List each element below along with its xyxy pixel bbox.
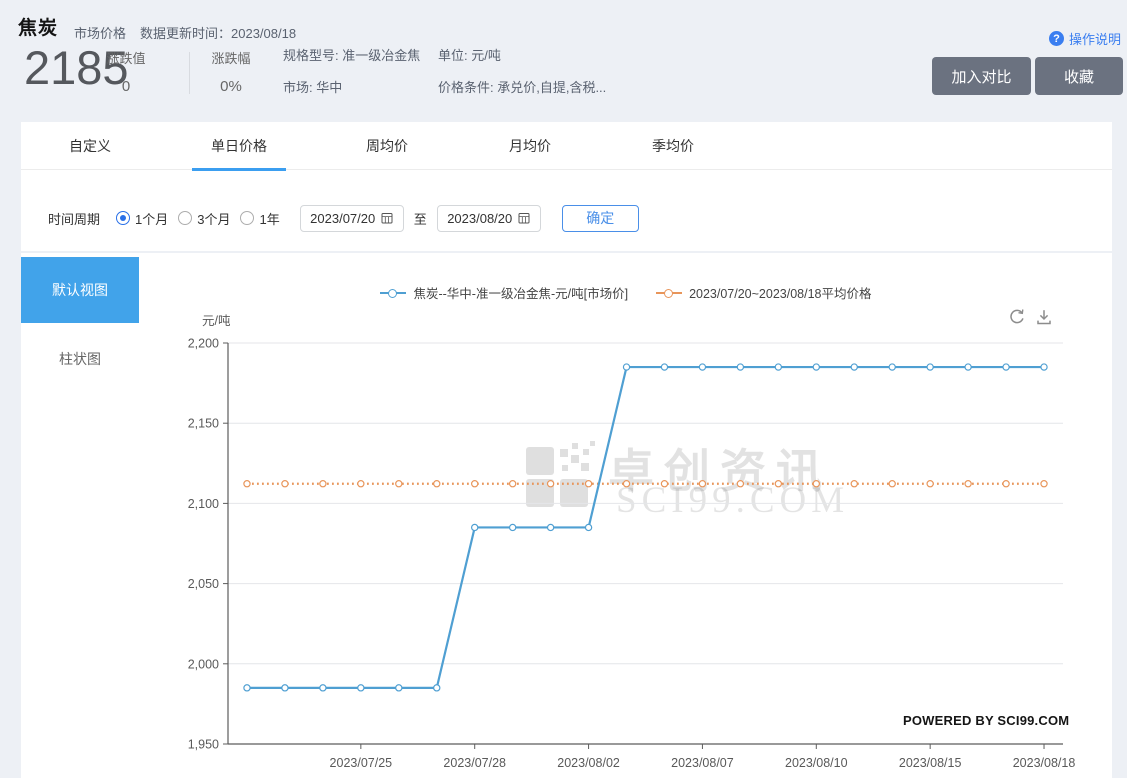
- svg-text:2023/08/07: 2023/08/07: [671, 756, 734, 770]
- change-value: 0: [98, 78, 154, 95]
- tab-bar: 自定义 单日价格 周均价 月均价 季均价: [21, 122, 1112, 170]
- svg-text:2,050: 2,050: [188, 577, 219, 591]
- radio-1-month[interactable]: 1个月: [116, 209, 168, 228]
- favorite-button[interactable]: 收藏: [1035, 57, 1123, 95]
- svg-text:2,100: 2,100: [188, 497, 219, 511]
- tab-custom[interactable]: 自定义: [69, 122, 111, 170]
- legend-label: 焦炭--华中-准一级冶金焦-元/吨[市场价]: [413, 283, 628, 302]
- radio-icon: [178, 211, 192, 225]
- svg-text:2023/07/25: 2023/07/25: [330, 756, 393, 770]
- page-title: 焦炭: [18, 13, 58, 40]
- category-label: 市场价格: [74, 23, 126, 42]
- line-circle-marker-icon: [656, 288, 682, 298]
- line-circle-marker-icon: [380, 288, 406, 298]
- question-icon: ?: [1049, 31, 1064, 46]
- change-pct-block: 涨跌幅 0%: [200, 48, 262, 95]
- spec-market: 市场: 华中: [283, 80, 420, 96]
- chart-toolbar: [1008, 308, 1053, 326]
- end-date-input[interactable]: 2023/08/20: [437, 205, 541, 232]
- svg-text:2023/08/02: 2023/08/02: [557, 756, 620, 770]
- radio-1-year[interactable]: 1年: [240, 209, 279, 228]
- tab-weekly-avg[interactable]: 周均价: [366, 122, 408, 170]
- legend-item-price-series[interactable]: 焦炭--华中-准一级冶金焦-元/吨[市场价]: [380, 283, 628, 302]
- update-time-value: 2023/08/18: [231, 26, 296, 41]
- svg-text:2023/08/15: 2023/08/15: [899, 756, 962, 770]
- svg-text:2,150: 2,150: [188, 417, 219, 431]
- divider: [189, 52, 190, 94]
- tab-monthly-avg[interactable]: 月均价: [509, 122, 551, 170]
- time-filter-row: 时间周期 1个月 3个月 1年 2023/07/20 至 2023/08/20 …: [48, 203, 639, 233]
- add-compare-button[interactable]: 加入对比: [932, 57, 1031, 95]
- spec-model: 规格型号: 准一级冶金焦: [283, 48, 420, 64]
- svg-text:2,000: 2,000: [188, 657, 219, 671]
- powered-by-label: POWERED BY SCI99.COM: [903, 713, 1069, 728]
- start-date-value: 2023/07/20: [310, 211, 375, 226]
- y-axis-unit-label: 元/吨: [202, 310, 230, 329]
- spec-block: 规格型号: 准一级冶金焦 市场: 华中: [283, 48, 420, 96]
- change-pct-label: 涨跌幅: [200, 48, 262, 67]
- svg-text:2,200: 2,200: [188, 337, 219, 351]
- svg-text:2023/08/18: 2023/08/18: [1013, 756, 1076, 770]
- sidebar-item-bar-chart[interactable]: 柱状图: [21, 349, 139, 369]
- update-time-label: 数据更新时间：: [140, 26, 231, 41]
- radio-icon: [116, 211, 130, 225]
- help-link[interactable]: ? 操作说明: [1049, 29, 1121, 48]
- price-chart[interactable]: 1,950 2,000 2,050 2,100 2,150 2,200 2023/07/25…: [139, 330, 1113, 778]
- legend-label: 2023/07/20~2023/08/18平均价格: [689, 283, 871, 302]
- spec-unit: 单位: 元/吨: [438, 48, 606, 64]
- radio-label: 1个月: [135, 209, 168, 228]
- period-label: 时间周期: [48, 209, 100, 228]
- date-range-to-label: 至: [414, 209, 427, 228]
- radio-label: 1年: [259, 209, 279, 228]
- unit-block: 单位: 元/吨 价格条件: 承兑价,自提,含税...: [438, 48, 606, 96]
- svg-text:1,950: 1,950: [188, 738, 219, 752]
- spec-condition: 价格条件: 承兑价,自提,含税...: [438, 80, 606, 96]
- help-label: 操作说明: [1069, 29, 1121, 48]
- svg-text:2023/07/28: 2023/07/28: [443, 756, 506, 770]
- legend-item-average-series[interactable]: 2023/07/20~2023/08/18平均价格: [656, 283, 871, 302]
- radio-label: 3个月: [197, 209, 230, 228]
- chart-legend: 焦炭--华中-准一级冶金焦-元/吨[市场价] 2023/07/20~2023/0…: [139, 283, 1113, 302]
- tab-daily-price[interactable]: 单日价格: [211, 122, 267, 170]
- tab-quarter-avg[interactable]: 季均价: [652, 122, 694, 170]
- radio-icon: [240, 211, 254, 225]
- sidebar-item-default-view[interactable]: 默认视图: [21, 257, 139, 323]
- change-pct-value: 0%: [200, 78, 262, 95]
- start-date-input[interactable]: 2023/07/20: [300, 205, 404, 232]
- change-value-label: 涨跌值: [98, 48, 154, 67]
- svg-text:2023/08/10: 2023/08/10: [785, 756, 848, 770]
- calendar-icon: [518, 212, 530, 224]
- radio-3-month[interactable]: 3个月: [178, 209, 230, 228]
- end-date-value: 2023/08/20: [447, 211, 512, 226]
- refresh-icon[interactable]: [1008, 308, 1026, 326]
- update-time: 数据更新时间：2023/08/18: [140, 23, 296, 42]
- calendar-icon: [381, 212, 393, 224]
- tabs-filter-card: 自定义 单日价格 周均价 月均价 季均价 时间周期 1个月 3个月 1年 202…: [21, 122, 1112, 251]
- change-value-block: 涨跌值 0: [98, 48, 154, 95]
- download-icon[interactable]: [1035, 308, 1053, 326]
- chart-card: 默认视图 柱状图 焦炭--华中-准一级冶金焦-元/吨[市场价] 2023/07/…: [21, 253, 1112, 778]
- confirm-button[interactable]: 确定: [562, 205, 639, 232]
